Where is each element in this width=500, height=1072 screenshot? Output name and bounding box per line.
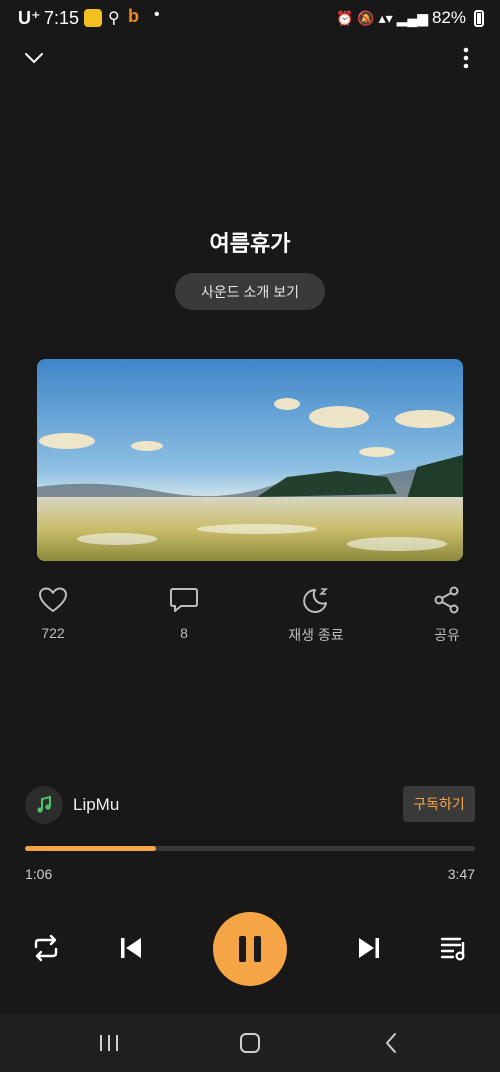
sleep-timer-button[interactable]: 재생 종료 [271,586,361,645]
progress-fill [25,846,156,851]
b-app-notification-icon: b [128,6,139,26]
repeat-icon[interactable] [28,930,64,966]
pause-button[interactable] [213,912,287,986]
next-track-icon[interactable] [351,930,387,966]
subscribe-button[interactable]: 구독하기 [403,786,475,822]
share-label: 공유 [434,627,460,643]
total-duration: 3:47 [447,866,475,882]
system-nav-bar [0,1014,500,1072]
comment-count: 8 [180,625,188,641]
home-icon[interactable] [233,1028,267,1058]
sleep-timer-label: 재생 종료 [288,627,344,643]
status-time: 7:15 [44,8,80,28]
battery-icon [474,10,484,27]
heart-icon [38,587,68,613]
back-icon[interactable] [374,1028,408,1058]
track-title: 여름휴가 [209,231,291,256]
album-cover [37,359,463,561]
music-note-icon [37,795,51,813]
elapsed-time: 1:06 [25,866,53,882]
previous-track-icon[interactable] [113,930,149,966]
channel-info[interactable]: LipMu [25,786,119,824]
channel-name: LipMu [73,795,120,814]
comment-button[interactable]: 8 [139,586,229,641]
channel-avatar [25,786,63,824]
chevron-down-icon[interactable] [20,44,48,72]
like-button[interactable]: 722 [8,586,98,641]
recent-apps-icon[interactable] [92,1028,126,1058]
more-notifications-dot-icon: • [154,6,160,23]
app-notification-icon [84,9,102,27]
more-vertical-icon[interactable] [452,44,480,72]
pause-icon [239,936,246,962]
like-count: 722 [41,625,65,641]
status-icons-group: ⏰ 🔕 ▴▾ ▂▄▆ [336,10,429,26]
share-button[interactable]: 공유 [402,586,492,645]
sleep-timer-icon [303,588,328,613]
sound-intro-button[interactable]: 사운드 소개 보기 [175,273,325,310]
location-notification-icon: ⚲ [108,10,120,27]
share-icon [434,586,459,614]
playlist-icon[interactable] [436,930,472,966]
progress-bar[interactable] [25,846,475,851]
pause-icon-bar [254,936,261,962]
status-bar: U⁺ 7:15 ⚲ b • ⏰ 🔕 ▴▾ ▂▄▆ 82% [0,0,500,38]
battery-percent: 82% [431,8,466,27]
comment-icon [170,588,198,612]
carrier-label: U⁺ [18,8,41,28]
